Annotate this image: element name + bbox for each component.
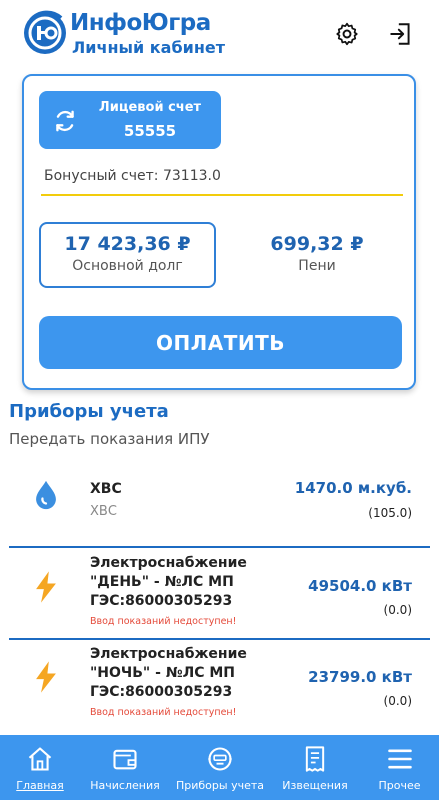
gear-icon: [336, 22, 358, 46]
meter-name-line: Электроснабжение: [90, 555, 247, 571]
meter-item-hvs[interactable]: ХВС ХВС 1470.0 м.куб. (105.0): [9, 466, 430, 546]
meter-name-line: "ДЕНЬ" - №ЛС МП: [90, 574, 234, 590]
meter-subtitle: ХВС: [90, 504, 117, 519]
penalty-box: 699,32 ₽ Пени: [232, 222, 402, 288]
wallet-icon: [113, 749, 137, 770]
nav-item-meters[interactable]: Приборы учета: [172, 735, 268, 800]
app-screen: ИнфоЮгра Личный кабинет Лицевой счет 555…: [0, 0, 439, 800]
meter-divider: [9, 546, 430, 548]
meter-previous-value: (0.0): [383, 694, 412, 708]
meters-section-subtitle: Передать показания ИПУ: [9, 430, 210, 448]
settings-button[interactable]: [331, 18, 363, 50]
logout-icon: [390, 23, 410, 45]
lightning-icon: [36, 661, 56, 693]
meter-name-line: ГЭС:86000305293: [90, 684, 233, 700]
penalty-label: Пени: [298, 258, 336, 274]
account-switch-button[interactable]: Лицевой счет 55555: [39, 91, 221, 149]
home-icon: [28, 747, 52, 771]
pay-button[interactable]: ОПЛАТИТЬ: [39, 316, 402, 369]
nav-label: Начисления: [90, 779, 160, 792]
account-label: Лицевой счет: [98, 100, 202, 115]
input-unavailable-warning: Ввод показаний недоступен!: [90, 707, 237, 718]
meter-previous-value: (105.0): [368, 506, 412, 520]
meters-section-title: Приборы учета: [9, 401, 169, 422]
nav-item-more[interactable]: Прочее: [360, 735, 439, 800]
main-debt-box: 17 423,36 ₽ Основной долг: [39, 222, 216, 288]
nav-label: Главная: [16, 779, 64, 792]
meter-value: 49504.0 кВт: [308, 577, 412, 595]
nav-label: Приборы учета: [175, 779, 264, 792]
nav-item-charges[interactable]: Начисления: [82, 735, 168, 800]
bottom-navigation: Главная Начисления Приборы учета Извещен…: [0, 735, 439, 800]
account-number: 55555: [123, 122, 177, 140]
main-debt-amount: 17 423,36 ₽: [64, 233, 191, 255]
app-header: ИнфоЮгра Личный кабинет: [0, 0, 439, 70]
bonus-balance: Бонусный счет: 73113.0: [44, 168, 221, 184]
nav-label: Извещения: [282, 779, 348, 792]
meter-divider: [9, 638, 430, 640]
bonus-underline: [41, 194, 403, 196]
logout-button[interactable]: [385, 18, 417, 50]
meter-value: 23799.0 кВт: [308, 668, 412, 686]
lightning-icon: [36, 571, 56, 603]
meter-name-line: "НОЧЬ" - №ЛС МП: [90, 665, 236, 681]
brand-logo-icon: [24, 10, 66, 54]
sync-icon: [56, 110, 74, 132]
brand-subtitle: Личный кабинет: [72, 38, 226, 57]
meter-name: ХВС: [90, 481, 122, 497]
meter-value: 1470.0 м.куб.: [294, 479, 412, 497]
meter-item-day[interactable]: Электроснабжение "ДЕНЬ" - №ЛС МП ГЭС:860…: [9, 550, 430, 636]
nav-item-home[interactable]: Главная: [0, 735, 80, 800]
nav-item-notices[interactable]: Извещения: [272, 735, 358, 800]
meter-name-line: ГЭС:86000305293: [90, 593, 233, 609]
meter-name: Электроснабжение "ДЕНЬ" - №ЛС МП ГЭС:860…: [90, 554, 247, 611]
meter-icon: [208, 747, 232, 771]
brand-name: ИнфоЮгра: [70, 10, 211, 36]
water-drop-icon: [36, 480, 56, 510]
menu-icon: [387, 749, 412, 769]
input-unavailable-warning: Ввод показаний недоступен!: [90, 616, 237, 627]
penalty-amount: 699,32 ₽: [270, 233, 364, 255]
receipt-icon: [305, 746, 325, 772]
meter-previous-value: (0.0): [383, 603, 412, 617]
nav-label: Прочее: [378, 779, 421, 792]
main-debt-label: Основной долг: [72, 258, 183, 274]
meter-name: Электроснабжение "НОЧЬ" - №ЛС МП ГЭС:860…: [90, 645, 247, 702]
meter-item-night[interactable]: Электроснабжение "НОЧЬ" - №ЛС МП ГЭС:860…: [9, 642, 430, 728]
meter-name-line: Электроснабжение: [90, 646, 247, 662]
account-card: Лицевой счет 55555 Бонусный счет: 73113.…: [22, 74, 416, 390]
